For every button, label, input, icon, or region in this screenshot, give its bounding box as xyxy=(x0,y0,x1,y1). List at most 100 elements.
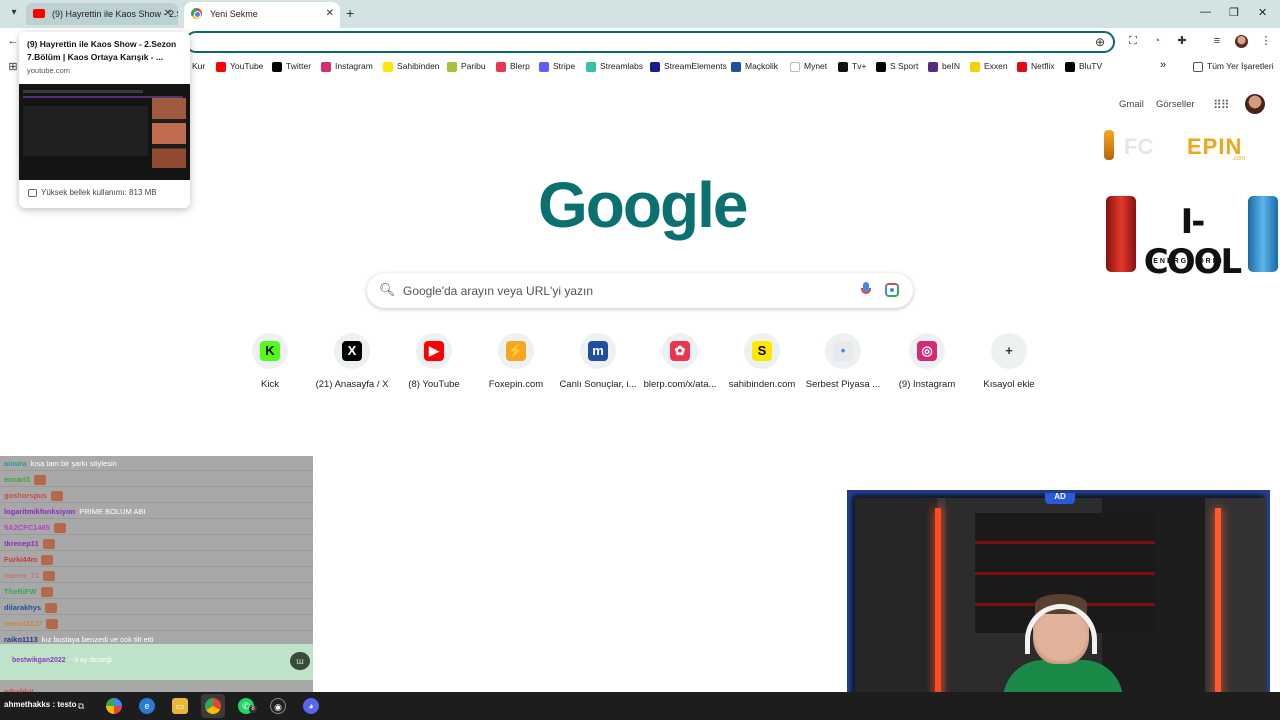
bookmark-15[interactable]: Exxen xyxy=(970,61,1008,72)
shortcut-tile[interactable]: Ssahibinden.com xyxy=(722,333,802,390)
bookmark-5[interactable]: Paribu xyxy=(447,61,486,72)
task-view-icon[interactable]: ⧉ xyxy=(73,698,89,714)
bookmark-label: Mynet xyxy=(804,61,828,71)
all-bookmarks-button[interactable]: Tüm Yer İşaretleri xyxy=(1193,61,1274,72)
bookmark-label: Instagram xyxy=(335,61,373,71)
apps-icon[interactable]: ⊞ xyxy=(6,60,20,74)
shortcut-tile[interactable]: ✿ blerp.com/x/ata... xyxy=(640,333,720,390)
shortcut-tile[interactable]: • Serbest Piyasa ... xyxy=(803,333,883,390)
bookmark-16[interactable]: Netflix xyxy=(1017,61,1055,72)
add-shortcut-icon: + xyxy=(999,341,1019,361)
energy-can-blue xyxy=(1248,196,1278,272)
bookmark-label: Exxen xyxy=(984,61,1008,71)
shortcut-circle: + xyxy=(991,333,1027,369)
shortcut-tile[interactable]: K Kick xyxy=(230,333,310,390)
blutv-icon xyxy=(1065,61,1075,72)
emote-icon xyxy=(45,603,58,614)
hover-card-thumbnail xyxy=(19,84,190,180)
bookmark-12[interactable]: Tv+ xyxy=(838,61,866,72)
bookmark-2[interactable]: Twitter xyxy=(272,61,311,72)
bookmarks-overflow-icon[interactable]: » xyxy=(1160,59,1166,71)
edge-icon[interactable]: e xyxy=(139,698,155,714)
google-account-avatar[interactable] xyxy=(1245,94,1265,114)
google-apps-icon[interactable]: ⠿⠿ xyxy=(1213,98,1230,112)
menu-icon[interactable]: ⋮ xyxy=(1259,34,1273,48)
mackolik-icon xyxy=(731,61,741,72)
memory-usage: Yüksek bellek kullanımı: 813 MB xyxy=(28,188,157,197)
microphone-icon[interactable] xyxy=(861,282,871,298)
bookmark-3[interactable]: Instagram xyxy=(321,61,373,72)
chat-username: logaritmikfonksiyon xyxy=(4,507,76,516)
chat-username: Furki44m xyxy=(4,555,38,564)
extensions-puzzle-icon[interactable]: ✚ xyxy=(1175,34,1189,48)
back-icon[interactable]: ← xyxy=(6,34,20,48)
shortcut-circle: m xyxy=(580,333,616,369)
file-explorer-icon[interactable]: ▭ xyxy=(172,698,188,714)
close-window-button[interactable]: ✕ xyxy=(1258,6,1267,19)
bookmark-6[interactable]: Blerp xyxy=(496,61,530,72)
shortcut-tile[interactable]: + Kısayol ekle xyxy=(969,333,1049,390)
bookmark-label: YouTube xyxy=(230,61,264,71)
shortcut-label: (8) YouTube xyxy=(408,379,460,390)
bookmark-label: Twitter xyxy=(286,61,312,71)
shortcut-tile[interactable]: ⚡ Foxepin.com xyxy=(476,333,556,390)
bookmark-label: Blerp xyxy=(510,61,530,71)
tab-close-icon[interactable]: ✕ xyxy=(164,3,172,25)
tab-close-icon[interactable]: ✕ xyxy=(326,2,334,26)
search-input[interactable]: Google'da arayın veya URL'yi yazın xyxy=(403,284,593,298)
bookmark-label: BluTV xyxy=(1079,61,1103,71)
shortcut-tile[interactable]: ◎ (9) Instagram xyxy=(887,333,967,390)
chat-username: semet3127 xyxy=(4,619,43,628)
tab-new-tab[interactable]: Yeni Sekme ✕ xyxy=(184,2,340,28)
bookmark-13[interactable]: S Sport xyxy=(876,61,918,72)
bookmark-1[interactable]: YouTube xyxy=(216,61,263,72)
shortcut-label: Kısayol ekle xyxy=(983,379,1035,390)
bookmark-4[interactable]: Sahibinden xyxy=(383,61,440,72)
chrome-icon[interactable] xyxy=(205,698,221,714)
gmail-link[interactable]: Gmail xyxy=(1119,99,1144,110)
icool-banner: I-COOL ENERGY DRINK xyxy=(1104,196,1280,282)
stripe-icon xyxy=(539,61,549,72)
chat-row: logaritmikfonksiyon PRIME BOLUM ABI xyxy=(0,504,313,519)
zoom-icon[interactable]: ⊕ xyxy=(1095,35,1105,49)
chat-row: mamir_71 xyxy=(0,568,313,583)
restore-button[interactable]: ❐ xyxy=(1229,6,1239,19)
bookmark-10[interactable]: Maçkolik xyxy=(731,61,778,72)
extension-icon[interactable]: ◔ xyxy=(1150,34,1164,48)
tab-youtube[interactable]: (9) Hayrettin ile Kaos Show - 2.Sezon ✕ xyxy=(26,3,178,25)
images-link[interactable]: Görseller xyxy=(1156,99,1195,110)
bookmark-11[interactable]: Mynet xyxy=(790,61,827,72)
streamelements-icon xyxy=(650,61,660,72)
bookmark-label: S Sport xyxy=(890,61,919,71)
tab-search-icon[interactable]: ▾ xyxy=(6,5,22,21)
obs-icon[interactable]: ◉ xyxy=(270,698,286,714)
profile-avatar[interactable] xyxy=(1235,35,1248,48)
search-box[interactable]: 🔍︎ Google'da arayın veya URL'yi yazın xyxy=(367,273,913,308)
hover-card-domain: youtube.com xyxy=(27,66,70,75)
google-lens-icon[interactable] xyxy=(885,283,899,297)
fc-logo: FC xyxy=(1104,130,1174,162)
bookmark-7[interactable]: Stripe xyxy=(539,61,575,72)
shortcut-tile[interactable]: X (21) Anasayfa / X xyxy=(312,333,392,390)
bookmark-label: Maçkolik xyxy=(745,61,779,71)
bookmark-17[interactable]: BluTV xyxy=(1065,61,1102,72)
photoshop-icon[interactable] xyxy=(106,698,122,714)
shortcut-tile[interactable]: ▶ (8) YouTube xyxy=(394,333,474,390)
bookmark-8[interactable]: Streamlabs xyxy=(586,61,643,72)
youtube-icon xyxy=(33,9,45,18)
new-tab-button[interactable]: + xyxy=(346,5,354,21)
emote-icon xyxy=(40,587,53,598)
bookmark-0[interactable]: Kur xyxy=(192,61,205,71)
minimize-button[interactable]: — xyxy=(1200,6,1211,18)
blerp-icon xyxy=(496,61,506,72)
screenshot-icon[interactable]: ⛶ xyxy=(1126,34,1140,48)
streamlabs-icon xyxy=(586,61,596,72)
bookmark-9[interactable]: StreamElements xyxy=(650,61,727,72)
chat-row: dilarakhys xyxy=(0,600,313,615)
address-bar[interactable]: ⊕ xyxy=(185,31,1115,53)
chat-row: TheRiFW xyxy=(0,584,313,599)
discord-icon[interactable]: ◕ xyxy=(303,698,319,714)
shortcut-tile[interactable]: m Canlı Sonuçlar, i... xyxy=(558,333,638,390)
bookmark-14[interactable]: beIN xyxy=(928,61,960,72)
media-control-icon[interactable]: ≡ xyxy=(1210,34,1224,48)
